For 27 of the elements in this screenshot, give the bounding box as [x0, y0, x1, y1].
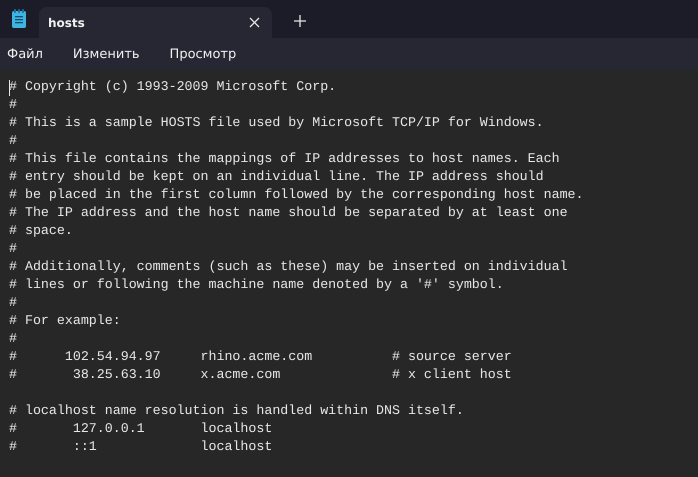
text-line: # 102.54.94.97 rhino.acme.com # source server — [9, 348, 512, 366]
text-line: # This file contains the mappings of IP addresses to host names. Each — [9, 150, 560, 168]
file-tab[interactable]: hosts — [39, 7, 272, 38]
text-line: # ::1 localhost — [9, 438, 272, 456]
close-icon[interactable] — [249, 17, 260, 28]
text-line: # 38.25.63.10 x.acme.com # x client host — [9, 366, 512, 384]
text-line: # entry should be kept on an individual line. The IP address should — [9, 168, 544, 186]
text-line: # Additionally, comments (such as these) may be inserted on individual — [9, 258, 568, 276]
menu-item[interactable]: Файл — [7, 44, 43, 64]
text-line: # — [9, 240, 17, 258]
text-line: # — [9, 330, 17, 348]
text-line: # be placed in the first column followed by the corresponding host name. — [9, 186, 584, 204]
text-line: # — [9, 96, 17, 114]
text-line: # localhost name resolution is handled within DNS itself. — [9, 402, 464, 420]
text-line: # The IP address and the host name should be separated by at least one — [9, 204, 568, 222]
new-tab-icon[interactable] — [294, 15, 306, 27]
text-line: # This is a sample HOSTS file used by Microsoft TCP/IP for Windows. — [9, 114, 544, 132]
text-line: # 127.0.0.1 localhost — [9, 420, 272, 438]
text-line: # For example: — [9, 312, 121, 330]
notepad-icon — [11, 9, 27, 29]
text-line: # Copyright (c) 1993-2009 Microsoft Corp. — [9, 78, 336, 96]
text-line: # lines or following the machine name denoted by a '#' symbol. — [9, 276, 504, 294]
text-line: # — [9, 132, 17, 150]
text-line: # space. — [9, 222, 73, 240]
menu-item[interactable]: Изменить — [72, 44, 140, 64]
text-line: # — [9, 294, 17, 312]
menu-item[interactable]: Просмотр — [170, 44, 236, 64]
